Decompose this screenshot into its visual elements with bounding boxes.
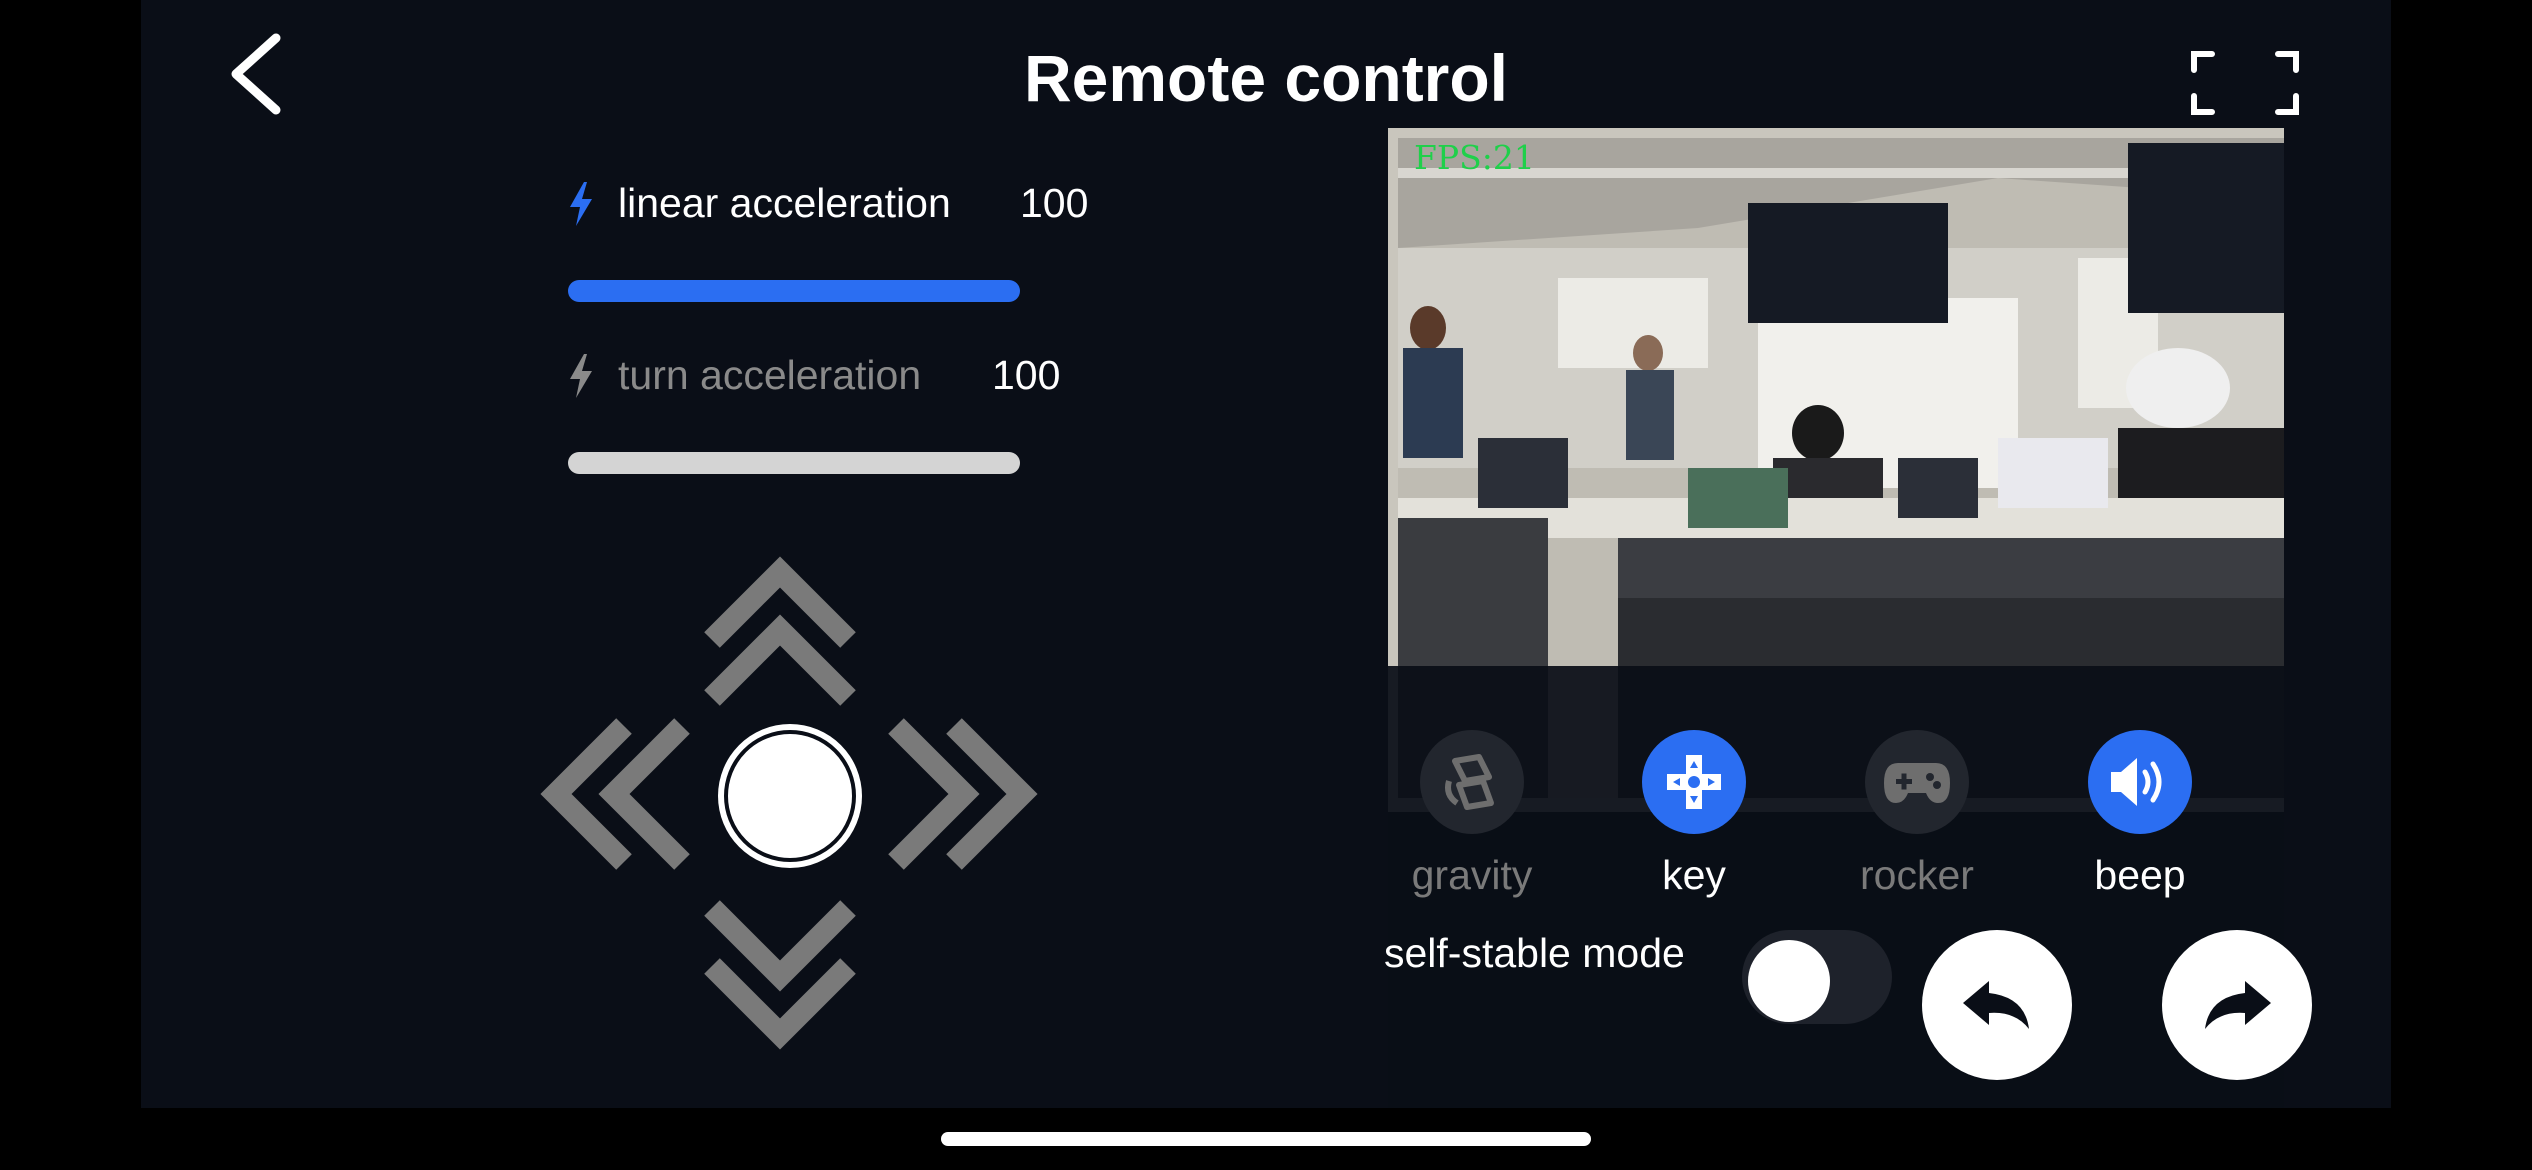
slider-label: turn acceleration (618, 352, 922, 398)
mode-gravity[interactable]: gravity (1387, 730, 1557, 899)
mode-label: key (1662, 852, 1726, 898)
dpad-down-button[interactable] (700, 896, 860, 1056)
mode-label: rocker (1860, 852, 1974, 898)
slider-linear-acceleration: linear acceleration (568, 180, 951, 227)
mode-label: gravity (1411, 852, 1533, 898)
bolt-icon (570, 181, 592, 226)
speaker-icon (2088, 730, 2192, 834)
slider-label: linear acceleration (618, 180, 951, 226)
double-chevron-right-icon (888, 718, 1038, 870)
double-chevron-left-icon (540, 718, 690, 870)
gravity-icon (1420, 730, 1524, 834)
back-button[interactable] (218, 30, 308, 130)
double-chevron-down-icon (704, 900, 856, 1050)
rotate-right-button[interactable] (2162, 930, 2312, 1080)
dpad-center-button[interactable] (716, 722, 864, 870)
stop-circle-icon (718, 724, 862, 868)
mode-beep[interactable]: beep (2055, 730, 2225, 899)
self-stable-label: self-stable mode (1384, 930, 1685, 976)
fps-counter: FPS:21 (1414, 138, 1535, 177)
fullscreen-icon (2191, 51, 2299, 115)
dpad-right-button[interactable] (884, 714, 1044, 874)
fullscreen-button[interactable] (2190, 50, 2300, 116)
rotate-left-icon (1963, 981, 2029, 1029)
linear-acceleration-track[interactable] (568, 280, 1020, 302)
double-chevron-up-icon (704, 556, 856, 706)
rotate-right-icon (2205, 981, 2271, 1029)
mode-key[interactable]: key (1609, 730, 1779, 899)
mode-label: beep (2094, 852, 2186, 898)
self-stable-toggle[interactable] (1742, 930, 1892, 1024)
mode-rocker[interactable]: rocker (1832, 730, 2002, 899)
turn-acceleration-track[interactable] (568, 452, 1020, 474)
slider-value: 100 (992, 352, 1061, 398)
page-title: Remote control (1023, 41, 1509, 115)
chevron-left-icon (231, 33, 281, 115)
home-indicator[interactable] (941, 1132, 1591, 1146)
bolt-icon (570, 353, 592, 398)
dpad-icon (1642, 730, 1746, 834)
slider-turn-acceleration: turn acceleration (568, 352, 921, 399)
toggle-knob (1748, 940, 1830, 1022)
slider-value: 100 (1020, 180, 1089, 226)
rotate-left-button[interactable] (1922, 930, 2072, 1080)
dpad-left-button[interactable] (534, 714, 694, 874)
dpad-up-button[interactable] (700, 550, 860, 710)
gamepad-icon (1865, 730, 1969, 834)
